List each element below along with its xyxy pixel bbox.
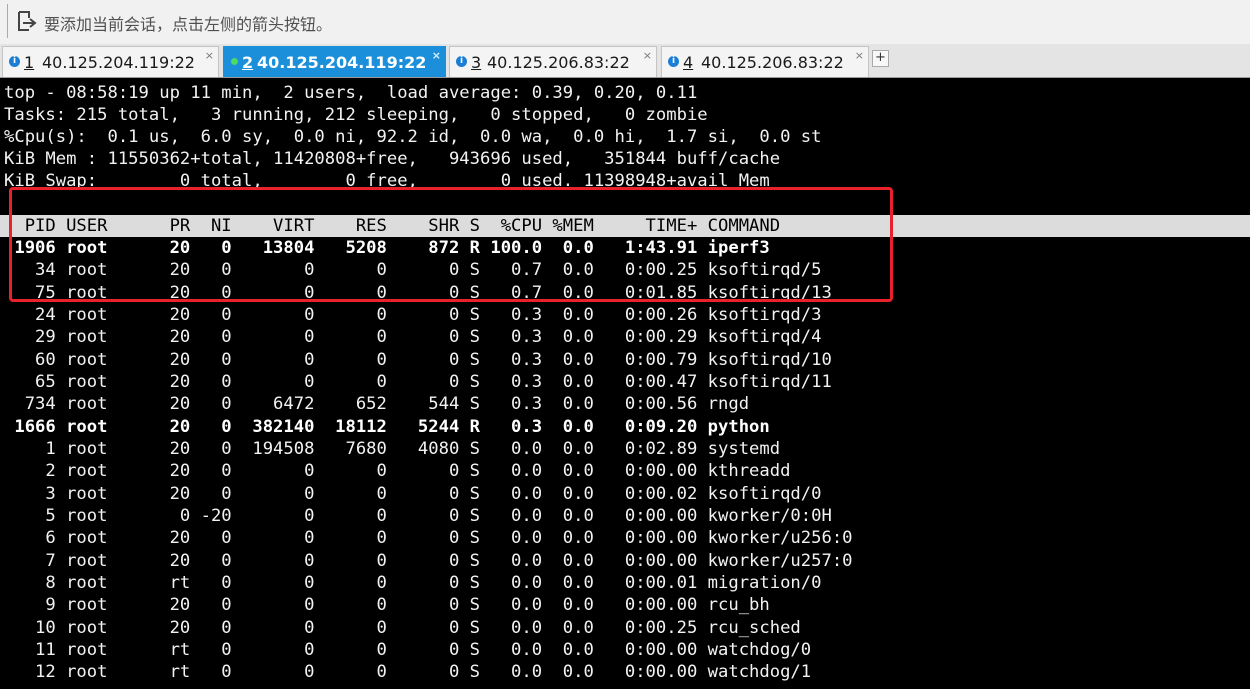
- process-row-6: 6 root 20 0 0 0 0 S 0.0 0.0 0:00.00 kwor…: [4, 528, 853, 549]
- process-row-29: 29 root 20 0 0 0 0 S 0.3 0.0 0:00.29 kso…: [4, 327, 822, 348]
- info-dot-icon: i: [9, 56, 20, 67]
- hint-text: 要添加当前会话，点击左侧的箭头按钮。: [44, 15, 333, 34]
- terminal-pane[interactable]: top - 08:58:19 up 11 min, 2 users, load …: [0, 78, 1250, 689]
- add-tab-button[interactable]: +: [872, 50, 889, 67]
- info-dot-icon: i: [456, 56, 467, 67]
- process-row-10: 10 root 20 0 0 0 0 S 0.0 0.0 0:00.25 rcu…: [4, 617, 801, 638]
- process-row-65: 65 root 20 0 0 0 0 S 0.3 0.0 0:00.47 kso…: [4, 371, 832, 392]
- tasks-line: Tasks: 215 total, 3 running, 212 sleepin…: [4, 105, 708, 125]
- session-tab-2[interactable]: 2 40.125.204.119:22 ×: [223, 46, 446, 77]
- uptime-line: top - 08:58:19 up 11 min, 2 users, load …: [4, 83, 698, 103]
- tab-number: 2: [242, 53, 254, 72]
- process-row-24: 24 root 20 0 0 0 0 S 0.3 0.0 0:00.26 kso…: [4, 304, 822, 325]
- process-row-5: 5 root 0 -20 0 0 0 S 0.0 0.0 0:00.00 kwo…: [4, 505, 832, 526]
- tab-number: 4: [683, 53, 694, 72]
- process-row-8: 8 root rt 0 0 0 0 S 0.0 0.0 0:00.01 migr…: [4, 572, 822, 593]
- process-row-1: 1 root 20 0 194508 7680 4080 S 0.0 0.0 0…: [4, 438, 781, 459]
- tab-number: 1: [24, 53, 35, 72]
- process-row-11: 11 root rt 0 0 0 0 S 0.0 0.0 0:00.00 wat…: [4, 639, 812, 660]
- tab-close-icon[interactable]: ×: [643, 49, 652, 62]
- tab-close-icon[interactable]: ×: [205, 49, 214, 62]
- arrow-into-box-icon[interactable]: [16, 10, 38, 32]
- toolbar-separator: [7, 4, 8, 38]
- session-tab-3[interactable]: i 3 40.125.206.83:22 ×: [449, 46, 657, 77]
- tab-close-icon[interactable]: ×: [855, 49, 864, 62]
- session-tab-1[interactable]: i 1 40.125.204.119:22 ×: [2, 46, 219, 77]
- process-row-1666: 1666 root 20 0 382140 18112 5244 R 0.3 0…: [4, 416, 770, 437]
- mem-line: KiB Mem : 11550362+total, 11420808+free,…: [4, 149, 781, 169]
- tab-host: 40.125.204.119:22: [42, 53, 195, 72]
- info-dot-icon: i: [668, 56, 679, 67]
- process-row-60: 60 root 20 0 0 0 0 S 0.3 0.0 0:00.79 kso…: [4, 349, 832, 370]
- tab-host: 40.125.206.83:22: [487, 53, 630, 72]
- highlight-annotation-box: [9, 187, 893, 302]
- connected-dot-icon: [231, 58, 238, 65]
- session-tab-4[interactable]: i 4 40.125.206.83:22 ×: [661, 46, 869, 77]
- tab-host: 40.125.204.119:22: [257, 53, 427, 72]
- tab-number: 3: [471, 53, 482, 72]
- process-row-734: 734 root 20 0 6472 652 544 S 0.3 0.0 0:0…: [4, 394, 750, 415]
- session-hint-bar: 要添加当前会话，点击左侧的箭头按钮。: [0, 0, 1250, 45]
- process-row-7: 7 root 20 0 0 0 0 S 0.0 0.0 0:00.00 kwor…: [4, 550, 853, 571]
- tab-host: 40.125.206.83:22: [701, 53, 844, 72]
- process-row-9: 9 root 20 0 0 0 0 S 0.0 0.0 0:00.00 rcu_…: [4, 595, 770, 616]
- session-tab-strip: i 1 40.125.204.119:22 × 2 40.125.204.119…: [0, 44, 1250, 78]
- process-row-2: 2 root 20 0 0 0 0 S 0.0 0.0 0:00.00 kthr…: [4, 461, 791, 482]
- tab-close-icon[interactable]: ×: [432, 49, 441, 62]
- process-row-3: 3 root 20 0 0 0 0 S 0.0 0.0 0:00.02 ksof…: [4, 483, 822, 504]
- cpu-line: %Cpu(s): 0.1 us, 6.0 sy, 0.0 ni, 92.2 id…: [4, 127, 822, 147]
- process-row-12: 12 root rt 0 0 0 0 S 0.0 0.0 0:00.00 wat…: [4, 662, 812, 683]
